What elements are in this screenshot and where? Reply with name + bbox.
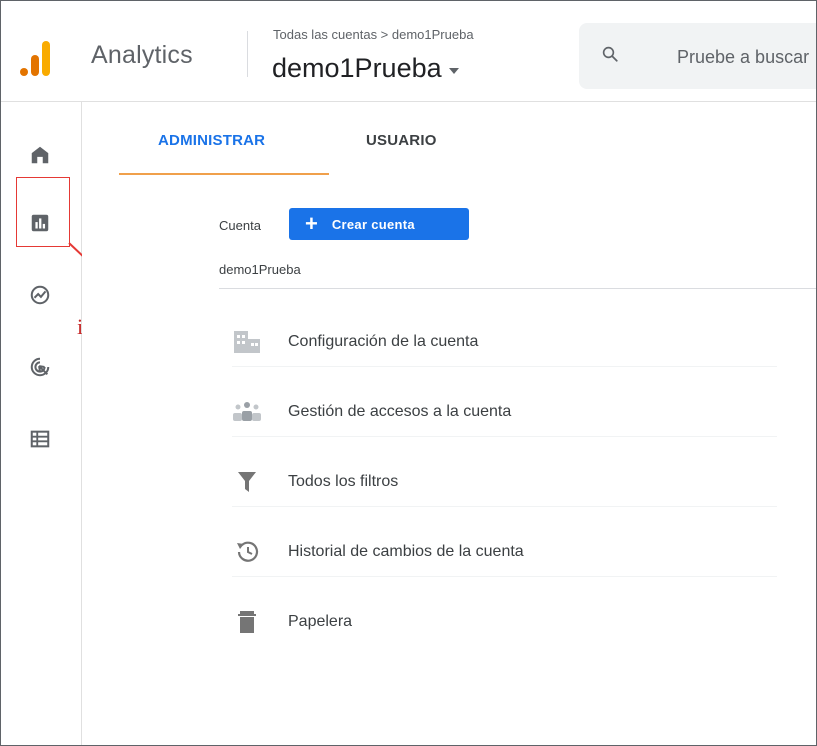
trash-icon <box>238 611 256 633</box>
menu-item-label: Historial de cambios de la cuenta <box>288 543 524 560</box>
menu-item-divider <box>232 576 777 577</box>
tab-administrar[interactable]: ADMINISTRAR <box>158 132 265 149</box>
create-account-label: Crear cuenta <box>331 216 415 232</box>
explore-icon[interactable] <box>29 284 51 306</box>
menu-item-label: Todos los filtros <box>288 473 399 490</box>
annotation-highlight-box <box>16 177 70 247</box>
search-placeholder: Pruebe a buscar <box>677 47 810 67</box>
active-tab-indicator <box>119 173 329 175</box>
tab-usuario[interactable]: USUARIO <box>366 132 437 149</box>
menu-item-trash[interactable]: Papelera <box>232 597 777 647</box>
menu-item-all-filters[interactable]: Todos los filtros <box>232 457 777 507</box>
account-picker[interactable]: demo1Prueba <box>272 53 459 84</box>
account-title: demo1Prueba <box>272 53 442 83</box>
create-account-button[interactable]: + Crear cuenta <box>289 208 469 240</box>
menu-item-label: Papelera <box>288 613 353 630</box>
menu-item-divider <box>232 366 777 367</box>
configure-icon[interactable] <box>29 428 51 450</box>
app-name: Analytics <box>91 41 193 69</box>
menu-item-divider <box>232 436 777 437</box>
menu-item-access-management[interactable]: Gestión de accesos a la cuenta <box>232 387 777 437</box>
menu-item-label: Configuración de la cuenta <box>288 333 479 350</box>
top-header: Analytics Todas las cuentas > demo1Prueb… <box>1 1 816 101</box>
advertising-icon[interactable] <box>29 356 51 378</box>
menu-item-divider <box>232 506 777 507</box>
header-separator <box>247 31 248 77</box>
account-name[interactable]: demo1Prueba <box>219 262 301 277</box>
menu-item-change-history[interactable]: Historial de cambios de la cuenta <box>232 527 777 577</box>
analytics-logo-icon[interactable] <box>20 38 56 78</box>
building-icon <box>234 331 260 353</box>
people-icon <box>233 402 261 421</box>
plus-icon: + <box>305 211 318 236</box>
home-icon[interactable] <box>29 144 51 166</box>
account-section-label: Cuenta <box>219 218 261 233</box>
breadcrumb[interactable]: Todas las cuentas > demo1Prueba <box>273 27 474 42</box>
account-divider <box>219 288 816 289</box>
menu-item-account-settings[interactable]: Configuración de la cuenta <box>232 317 777 367</box>
caret-down-icon <box>448 67 459 74</box>
menu-item-label: Gestión de accesos a la cuenta <box>288 403 512 420</box>
search-box[interactable]: Pruebe a buscar <box>579 23 816 89</box>
search-icon <box>602 46 618 62</box>
app-window: Analytics Todas las cuentas > demo1Prueb… <box>0 0 817 746</box>
admin-panel: ADMINISTRAR USUARIO Cuenta + Crear cuent… <box>82 102 816 745</box>
filter-icon <box>238 472 256 492</box>
history-icon <box>237 541 259 562</box>
